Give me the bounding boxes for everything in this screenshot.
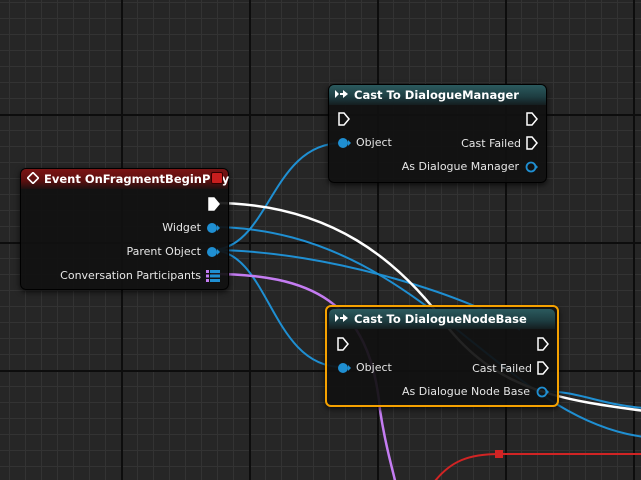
object-pin-icon	[207, 222, 220, 233]
as-dialogue-manager-pin[interactable]: As Dialogue Manager	[402, 160, 538, 173]
wire-reroute-knot	[495, 450, 503, 458]
exec-pin-icon	[338, 112, 350, 126]
exec-pin-icon	[208, 197, 220, 211]
exec-out-pin[interactable]	[526, 112, 538, 126]
exec-out-pin[interactable]	[537, 337, 549, 351]
exec-pin-icon	[537, 361, 549, 375]
object-pin-icon	[207, 246, 220, 257]
pin-label-parent-object: Parent Object	[126, 245, 201, 258]
exec-pin-icon	[537, 337, 549, 351]
pin-label-cast-failed: Cast Failed	[461, 136, 521, 150]
cast-icon	[335, 88, 349, 102]
node-title: Cast To DialogueNodeBase	[354, 312, 527, 326]
cast-icon	[335, 312, 349, 326]
event-diamond-icon	[26, 170, 40, 187]
object-input-pin[interactable]: Object	[337, 136, 392, 149]
object-input-pin[interactable]: Object	[337, 361, 392, 374]
exec-pin-icon	[526, 112, 538, 126]
node-cast-to-dialogue-manager[interactable]: Cast To DialogueManager Object Cast Fail…	[328, 84, 547, 183]
pin-label-object: Object	[356, 361, 392, 374]
object-pin-icon	[338, 137, 351, 148]
widget-pin[interactable]: Widget	[162, 221, 220, 234]
array-pin-icon	[206, 269, 220, 282]
node-header: Cast To DialogueManager	[329, 85, 546, 105]
exec-pin-icon	[337, 337, 349, 351]
cast-failed-pin[interactable]: Cast Failed	[461, 136, 538, 150]
exec-in-pin[interactable]	[337, 337, 349, 351]
exec-pin-icon	[526, 136, 538, 150]
cast-failed-pin[interactable]: Cast Failed	[472, 361, 549, 375]
object-pin-icon	[536, 386, 549, 397]
object-pin-icon	[525, 161, 538, 172]
wire-red	[434, 453, 641, 480]
node-header: Event OnFragmentBeginPlay	[21, 169, 230, 189]
node-title: Event OnFragmentBeginPlay	[44, 172, 230, 186]
node-cast-to-dialogue-node-base[interactable]: Cast To DialogueNodeBase Object Cast Fai…	[325, 305, 559, 407]
pin-label-as-dialogue-manager: As Dialogue Manager	[401, 160, 519, 173]
pin-label-widget: Widget	[162, 221, 201, 234]
node-header: Cast To DialogueNodeBase	[329, 309, 555, 329]
blueprint-graph-canvas[interactable]: Cast To DialogueManager Object Cast Fail…	[0, 0, 641, 480]
pin-label-object: Object	[356, 136, 392, 149]
delegate-pin-icon[interactable]	[211, 172, 223, 184]
exec-out-pin[interactable]	[208, 197, 220, 211]
node-title: Cast To DialogueManager	[354, 88, 519, 102]
pin-label-conversation-participants: Conversation Participants	[60, 269, 201, 282]
pin-label-cast-failed: Cast Failed	[472, 361, 532, 375]
node-event-on-fragment-begin-play[interactable]: Event OnFragmentBeginPlay Widget Parent …	[20, 168, 229, 290]
as-dialogue-node-base-pin[interactable]: As Dialogue Node Base	[402, 385, 549, 398]
parent-object-pin[interactable]: Parent Object	[126, 245, 220, 258]
wire-parent-to-nodebase	[210, 249, 343, 368]
conversation-participants-pin[interactable]: Conversation Participants	[60, 269, 220, 282]
object-pin-icon	[338, 362, 351, 373]
pin-label-as-dialogue-node-base: As Dialogue Node Base	[401, 385, 530, 398]
exec-in-pin[interactable]	[338, 112, 350, 126]
